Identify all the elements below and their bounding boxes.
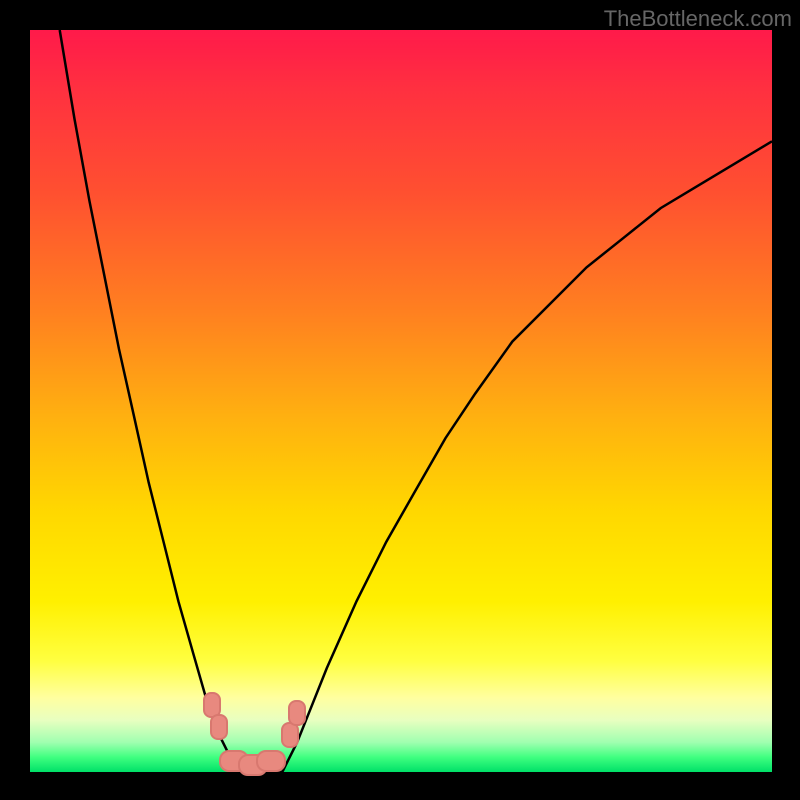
chart-plot-area — [30, 30, 772, 772]
chart-marker — [288, 700, 306, 726]
chart-marker — [256, 750, 286, 772]
chart-marker — [210, 714, 228, 740]
chart-marker — [281, 722, 299, 748]
bottleneck-curve — [60, 30, 772, 772]
watermark-text: TheBottleneck.com — [604, 6, 792, 32]
chart-curves — [30, 30, 772, 772]
